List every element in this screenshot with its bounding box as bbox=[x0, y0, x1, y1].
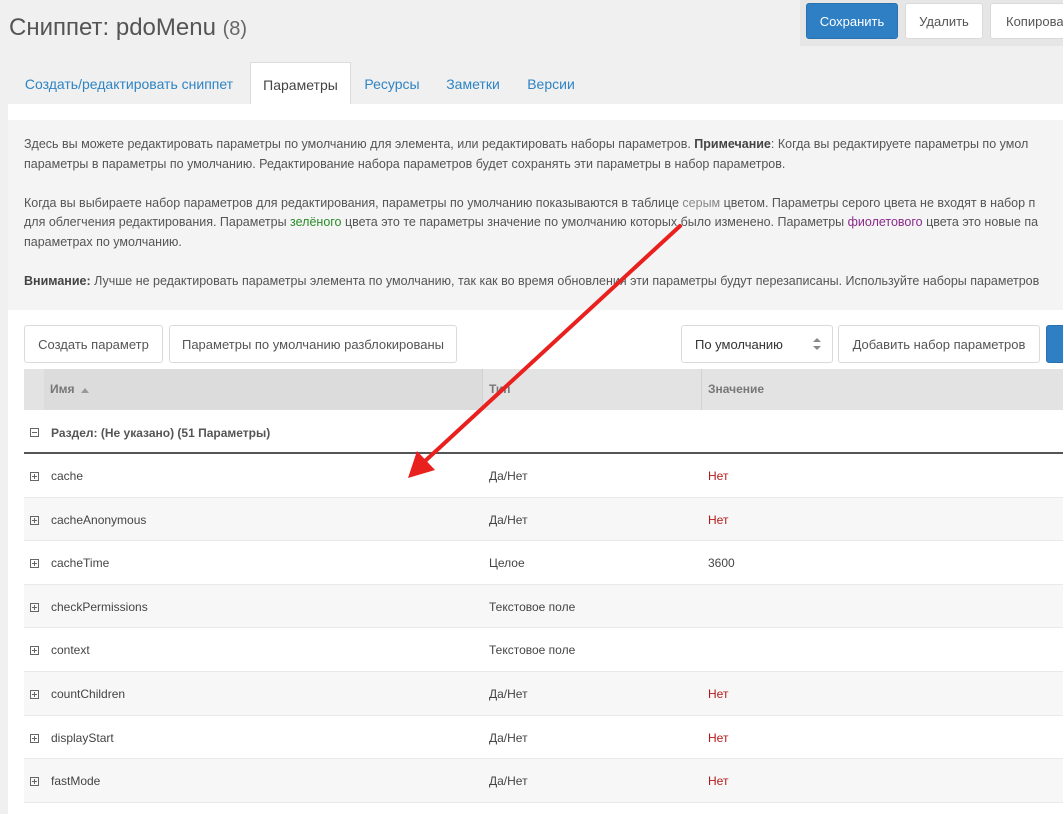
tab-notes[interactable]: Заметки bbox=[433, 62, 513, 104]
grid-rows: cache Да/Нет Нет cacheAnonymous Да/Нет Н… bbox=[24, 454, 1063, 803]
tab-resources[interactable]: Ресурсы bbox=[351, 62, 433, 104]
row-name: displayStart bbox=[51, 730, 114, 745]
save-button[interactable]: Сохранить bbox=[806, 3, 898, 39]
row-name: cacheAnonymous bbox=[51, 512, 147, 527]
select-arrows-icon bbox=[813, 338, 821, 350]
row-value: Нет bbox=[708, 512, 729, 527]
table-row[interactable]: fastMode Да/Нет Нет bbox=[24, 759, 1063, 803]
info-line: Внимание: Лучше не редактировать парамет… bbox=[24, 273, 1040, 288]
table-row[interactable]: context Текстовое поле bbox=[24, 628, 1063, 672]
row-type: Текстовое поле bbox=[489, 643, 576, 658]
row-value: Нет bbox=[708, 774, 729, 789]
delete-button[interactable]: Удалить bbox=[905, 3, 983, 39]
grid-header: Имя Тип Значение bbox=[24, 369, 1063, 410]
sort-asc-icon bbox=[80, 387, 89, 393]
row-name: checkPermissions bbox=[51, 599, 148, 614]
row-value: 3600 bbox=[708, 556, 735, 571]
row-name: cache bbox=[51, 469, 84, 483]
expand-icon[interactable] bbox=[30, 646, 39, 656]
table-row[interactable]: checkPermissions Текстовое поле bbox=[24, 584, 1063, 629]
row-type: Да/Нет bbox=[489, 512, 528, 527]
row-name: fastMode bbox=[51, 774, 101, 789]
expand-icon[interactable] bbox=[30, 733, 39, 743]
info-line: параметрах по умолчанию. bbox=[24, 234, 182, 249]
row-name: context bbox=[51, 643, 90, 658]
expand-icon[interactable] bbox=[30, 559, 39, 569]
expand-icon[interactable] bbox=[30, 777, 39, 787]
page-title-count: (8) bbox=[222, 18, 248, 40]
row-name: cacheTime bbox=[51, 556, 110, 571]
copy-button[interactable]: Копирова bbox=[990, 3, 1063, 39]
row-value: Нет bbox=[708, 686, 729, 701]
row-value: Нет bbox=[708, 730, 729, 745]
tab-parameters[interactable]: Параметры bbox=[250, 62, 351, 105]
collapse-icon[interactable] bbox=[30, 428, 39, 437]
expand-icon[interactable] bbox=[30, 472, 39, 481]
page-title-text: Сниппет: pdoMenu bbox=[9, 14, 216, 41]
column-header-value[interactable]: Значение bbox=[701, 369, 1063, 410]
expand-icon[interactable] bbox=[30, 515, 39, 525]
tab-versions[interactable]: Версии bbox=[513, 62, 589, 104]
row-type: Целое bbox=[489, 556, 525, 571]
info-text-block: Здесь вы можете редактировать параметры … bbox=[8, 120, 1063, 310]
info-line: для облегчения редактирования. Параметры… bbox=[24, 215, 1039, 229]
column-header-name[interactable]: Имя bbox=[44, 369, 482, 410]
expand-icon[interactable] bbox=[30, 602, 39, 612]
defaults-unlocked-button[interactable]: Параметры по умолчанию разблокированы bbox=[169, 325, 457, 363]
parameter-set-select-value: По умолчанию bbox=[695, 336, 783, 352]
tab-edit-snippet[interactable]: Создать/редактировать сниппет bbox=[8, 62, 250, 104]
row-type: Да/Нет bbox=[489, 469, 528, 483]
row-type: Текстовое поле bbox=[489, 599, 576, 614]
create-parameter-button[interactable]: Создать параметр bbox=[24, 325, 163, 363]
blue-action-button[interactable] bbox=[1046, 325, 1063, 363]
table-row[interactable]: cacheAnonymous Да/Нет Нет bbox=[24, 497, 1063, 542]
parameter-set-select[interactable]: По умолчанию bbox=[681, 325, 833, 363]
table-row[interactable]: displayStart Да/Нет Нет bbox=[24, 716, 1063, 760]
row-type: Да/Нет bbox=[489, 686, 528, 701]
info-line: Когда вы выбираете набор параметров для … bbox=[24, 195, 1036, 210]
grid-group-row[interactable]: Раздел: (Не указано) (51 Параметры) bbox=[24, 411, 1063, 454]
info-line: Здесь вы можете редактировать параметры … bbox=[24, 137, 1029, 151]
table-row[interactable]: cache Да/Нет Нет bbox=[24, 454, 1063, 498]
page-title: Сниппет: pdoMenu (8) bbox=[9, 14, 247, 42]
row-value: Нет bbox=[708, 469, 729, 483]
row-name: countChildren bbox=[51, 686, 126, 701]
top-actions-bar: Сохранить Удалить Копирова bbox=[800, 0, 1063, 46]
table-row[interactable]: countChildren Да/Нет Нет bbox=[24, 671, 1063, 716]
table-row[interactable]: cacheTime Целое 3600 bbox=[24, 541, 1063, 585]
info-line: параметры в параметры по умолчанию. Реда… bbox=[24, 156, 786, 171]
row-type: Да/Нет bbox=[489, 774, 528, 789]
expand-icon[interactable] bbox=[30, 689, 39, 699]
group-label: Раздел: (Не указано) (51 Параметры) bbox=[51, 426, 271, 440]
row-type: Да/Нет bbox=[489, 730, 528, 745]
column-header-type[interactable]: Тип bbox=[482, 369, 701, 410]
add-parameter-set-button[interactable]: Добавить набор параметров bbox=[838, 325, 1040, 363]
